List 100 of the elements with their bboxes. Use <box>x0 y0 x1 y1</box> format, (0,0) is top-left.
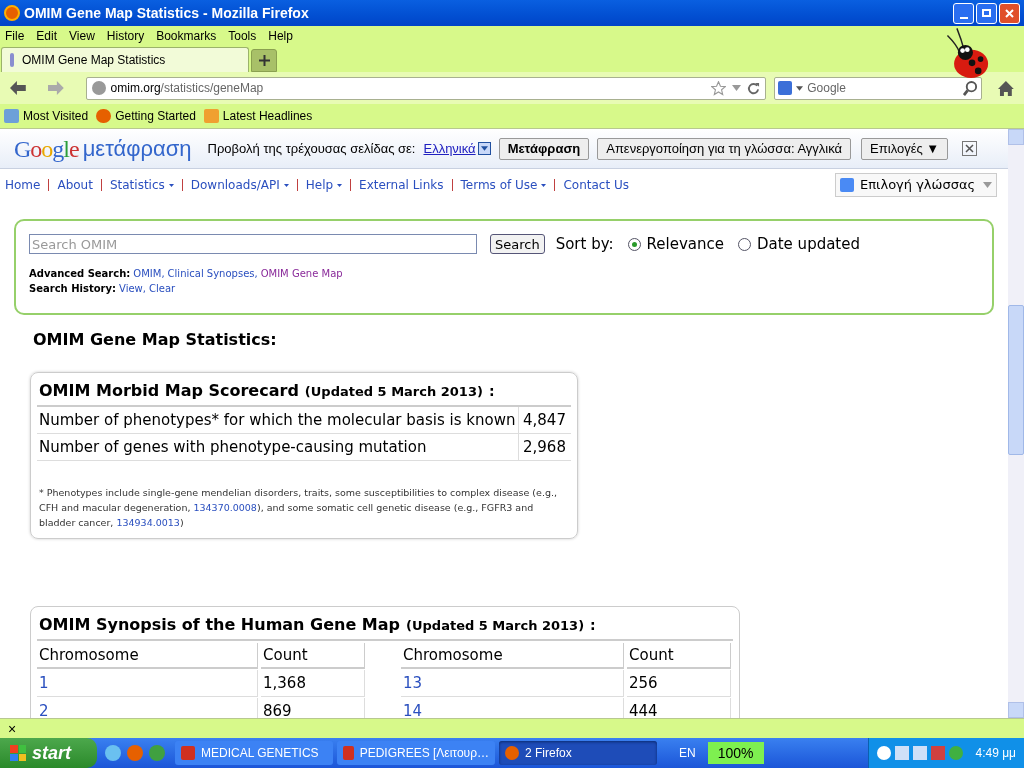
new-tab-button[interactable] <box>251 49 277 72</box>
menu-item[interactable]: File <box>5 26 25 45</box>
column-header: Chromosome <box>37 643 258 669</box>
radio-button[interactable] <box>627 237 641 251</box>
chromosome-link[interactable]: 13 <box>401 670 624 697</box>
search-link[interactable]: OMIM Gene Map <box>260 265 343 281</box>
nav-link[interactable]: External Links <box>359 176 444 194</box>
card-title: OMIM Synopsis of the Human Gene Map <box>39 614 401 636</box>
zoom-indicator: 100% <box>707 742 764 764</box>
search-icon[interactable] <box>963 80 979 96</box>
bookmark-item[interactable]: Most Visited <box>4 107 89 125</box>
close-icon <box>1005 8 1014 18</box>
dropdown-icon <box>983 182 992 188</box>
close-icon <box>965 144 975 153</box>
translate-prompt: Προβολή της τρέχουσας σελίδας σε: <box>207 139 416 158</box>
sort-label: Sort by: <box>555 234 614 255</box>
history-link[interactable]: Clear <box>148 280 176 296</box>
search-button[interactable]: Search <box>490 234 545 255</box>
window-title: OMIM Gene Map Statistics - Mozilla Firefox <box>24 3 309 23</box>
nav-link[interactable]: About <box>57 176 93 194</box>
disable-language-button[interactable]: Απενεργοποίηση για τη γλώσσα: Αγγλικά <box>597 137 852 160</box>
record-link[interactable]: 134370.0008 <box>193 502 257 513</box>
card-colon: : <box>488 382 495 401</box>
search-link[interactable]: Clinical Synopses, <box>167 265 258 281</box>
advanced-search-label: Advanced Search: <box>29 266 131 281</box>
history-link[interactable]: View, <box>119 280 146 296</box>
nav-link[interactable]: Terms of Use <box>460 176 547 194</box>
card-updated: (Updated 5 March 2013) <box>304 383 483 401</box>
clock: 4:49 μμ <box>975 745 1016 762</box>
bookmark-item[interactable]: Getting Started <box>96 107 196 125</box>
options-button[interactable]: Επιλογές ▼ <box>861 137 949 160</box>
taskbar-button[interactable]: MEDICAL GENETICS <box>175 741 333 765</box>
dropdown-icon[interactable] <box>796 85 804 91</box>
scroll-thumb[interactable] <box>1008 305 1024 455</box>
radio-button[interactable] <box>738 237 751 251</box>
nav-link[interactable]: Help <box>305 176 343 194</box>
close-button[interactable] <box>962 141 978 156</box>
table-cell: 1,368 <box>261 670 365 697</box>
app-icon[interactable] <box>105 745 121 761</box>
translate-button[interactable]: Μετάφραση <box>498 137 590 160</box>
tray-icon[interactable] <box>913 746 928 760</box>
tray-icon[interactable] <box>877 746 892 760</box>
start-button[interactable]: start <box>0 738 97 768</box>
caret-icon <box>337 183 343 187</box>
scrollbar[interactable] <box>1008 129 1024 718</box>
taskbar-button[interactable]: 2 Firefox <box>499 741 657 765</box>
windows-logo-icon <box>10 745 26 761</box>
page-heading: OMIM Gene Map Statistics: <box>33 329 278 351</box>
radio-label[interactable]: Date updated <box>757 233 860 256</box>
menu-item[interactable]: Bookmarks <box>156 26 217 45</box>
tray-icon[interactable] <box>895 746 910 760</box>
menu-item[interactable]: Edit <box>36 26 58 45</box>
web-search-bar[interactable]: Google <box>774 76 983 100</box>
search-link[interactable]: OMIM, <box>133 265 165 281</box>
plus-icon <box>258 55 270 66</box>
minimize-button[interactable] <box>953 2 974 24</box>
browser-tab[interactable]: OMIM Gene Map Statistics <box>1 47 249 72</box>
column-header: Count <box>261 643 365 669</box>
caret-icon <box>168 183 174 187</box>
star-icon[interactable] <box>711 80 727 96</box>
bookmark-item[interactable]: Latest Headlines <box>203 107 313 125</box>
menu-item[interactable]: History <box>106 26 145 45</box>
nav-link[interactable]: Downloads/API <box>190 176 289 194</box>
address-bar[interactable]: omim.org/statistics/geneMap <box>85 76 767 100</box>
card-title: OMIM Morbid Map Scorecard <box>39 380 299 402</box>
table-cell-text: 2,968 <box>522 436 567 458</box>
table-cell-text: 4,847 <box>522 409 567 431</box>
menu-item[interactable]: Help <box>268 26 293 45</box>
find-bar-close[interactable]: × <box>8 721 17 736</box>
record-link[interactable]: 134934.0013 <box>116 517 180 528</box>
menu-item[interactable]: View <box>69 26 95 45</box>
language-indicator[interactable]: EN <box>679 744 696 762</box>
menu-item[interactable]: Tools <box>228 26 257 45</box>
search-field[interactable]: Search OMIM <box>29 234 477 255</box>
caret-icon <box>283 183 289 187</box>
back-arrow-icon[interactable] <box>10 81 26 95</box>
translate-logo-text: μετάφραση <box>82 135 192 163</box>
table-cell: Number of phenotypes* for which the molecular basis is known <box>37 407 519 433</box>
nav-link[interactable]: Statistics <box>109 176 174 194</box>
card-colon: : <box>590 616 596 635</box>
caret-icon <box>541 183 547 187</box>
taskbar-button[interactable]: PEDIGREES [Λειτουρ… <box>337 741 495 765</box>
language-select[interactable]: Επιλογή γλώσσας <box>835 173 997 197</box>
radio-label[interactable]: Relevance <box>646 233 724 256</box>
restore-button[interactable] <box>976 2 997 24</box>
dropdown-icon[interactable] <box>477 142 491 155</box>
nav-link[interactable]: Contact Us <box>563 176 629 194</box>
reload-icon[interactable] <box>747 81 761 95</box>
column-header: Chromosome <box>401 643 624 669</box>
google-logo: Google <box>14 134 79 164</box>
nav-link[interactable]: Home <box>5 176 41 194</box>
column-header: Count <box>627 643 731 669</box>
card-updated: (Updated 5 March 2013) <box>406 617 585 635</box>
web-search-input[interactable]: Google <box>807 79 960 97</box>
search-history-label: Search History: <box>29 281 117 296</box>
home-icon[interactable] <box>998 80 1014 96</box>
chromosome-link[interactable]: 1 <box>37 670 258 697</box>
language-link[interactable]: Ελληνικά <box>423 138 476 159</box>
table-cell: Number of genes with phenotype-causing mutation <box>37 434 519 460</box>
forward-arrow-icon[interactable] <box>47 81 64 95</box>
